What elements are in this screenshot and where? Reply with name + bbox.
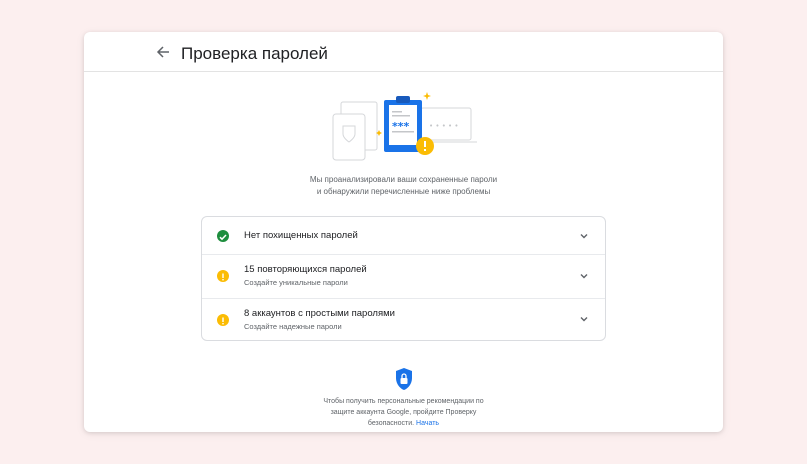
password-checkup-card: Проверка паролей • • • • • *** Мы проана… [84,32,723,432]
analysis-description: Мы проанализировали ваши сохраненные пар… [309,175,498,196]
page-title: Проверка паролей [181,44,328,63]
warning-badge-icon [416,137,434,155]
warning-icon [217,270,229,282]
page-header: Проверка паролей [84,32,723,72]
masked-password-text: *** [392,120,410,133]
chevron-down-icon[interactable] [579,231,589,241]
chevron-down-icon[interactable] [579,314,589,324]
item-subtitle: Создайте уникальные пароли [244,278,348,287]
item-title: 15 повторяющихся паролей [244,264,367,275]
weak-passwords-item[interactable]: 8 аккаунтов с простыми паролями Создайте… [202,299,605,340]
chevron-down-icon[interactable] [579,271,589,281]
compromised-passwords-item[interactable]: Нет похищенных паролей [202,217,605,255]
item-subtitle: Создайте надежные пароли [244,322,342,331]
reused-passwords-item[interactable]: 15 повторяющихся паролей Создайте уникал… [202,255,605,299]
warning-icon [217,314,229,326]
dots-text: • • • • • [429,122,459,130]
item-title: 8 аккаунтов с простыми паролями [244,308,395,319]
security-checkup-footer: Чтобы получить персональные рекомендации… [323,398,484,427]
security-shield-icon [396,368,412,390]
start-link[interactable]: Начать [416,420,439,427]
check-circle-icon [217,230,229,242]
password-issues-list: Нет похищенных паролей 15 повторяющихся … [201,216,606,341]
item-title: Нет похищенных паролей [244,230,358,241]
back-arrow-icon[interactable] [156,45,170,59]
password-checkup-illustration: • • • • • *** [332,92,477,161]
